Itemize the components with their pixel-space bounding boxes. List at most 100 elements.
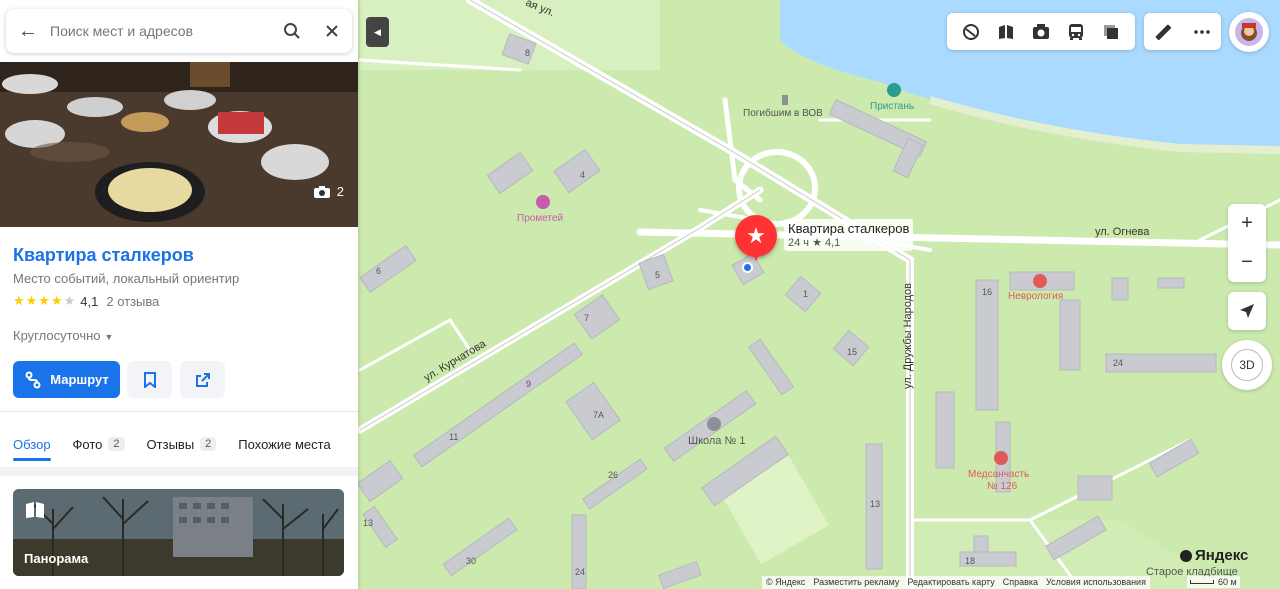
user-avatar[interactable] [1229, 12, 1269, 52]
marker-place-name: Квартира сталкеров [788, 221, 910, 236]
house-number: 4 [580, 170, 586, 180]
marker-hours: 24 ч [788, 237, 810, 249]
map-label-school[interactable]: Школа № 1 [688, 435, 745, 447]
locate-me-button[interactable] [1228, 292, 1266, 330]
zoom-controls: + − [1228, 204, 1266, 282]
bookmark-button[interactable] [127, 361, 172, 398]
panorama-icon[interactable] [994, 20, 1018, 44]
navigation-arrow-icon [1240, 304, 1254, 318]
share-button[interactable] [180, 361, 225, 398]
route-button-label: Маршрут [50, 372, 109, 387]
camera-icon [313, 185, 330, 198]
zoom-in-button[interactable]: + [1228, 204, 1266, 243]
place-marker-label[interactable]: Квартира сталкеров 24 ч ★ 4,1 [784, 219, 914, 251]
house-number: 15 [847, 347, 858, 357]
house-number: 24 [575, 567, 586, 577]
photo-count-value: 2 [336, 184, 344, 199]
rating-value: 4,1 [80, 293, 99, 309]
route-icon [25, 371, 41, 388]
transport-icon[interactable] [1064, 20, 1088, 44]
place-point [742, 262, 753, 273]
place-panel: 2 ← Квартира сталкеров Место событий, ло… [0, 0, 358, 589]
footer-terms-link[interactable]: Условия использования [1046, 577, 1146, 588]
layers-icon[interactable] [959, 20, 983, 44]
tab-label: Обзор [13, 436, 51, 452]
search-icon[interactable] [272, 9, 312, 53]
footer-copyright[interactable]: © Яндекс [766, 577, 805, 588]
map-tools-toolbar [1144, 13, 1221, 50]
place-photo[interactable]: 2 [0, 62, 358, 227]
opening-hours[interactable]: Круглосуточно ▼ [13, 328, 113, 343]
house-number: 9 [526, 379, 532, 389]
house-number: 26 [608, 470, 619, 480]
house-number: 30 [466, 556, 477, 566]
panorama-icon [24, 500, 46, 525]
place-tabs: Обзор Фото 2 Отзывы 2 Похожие места [13, 430, 331, 461]
house-number: 24 [1113, 358, 1124, 368]
map-label-monument[interactable]: Погибшим в ВОВ [743, 108, 823, 119]
house-number: 13 [363, 518, 374, 528]
place-rating[interactable]: ★★★★★ 4,1 2 отзыва [13, 293, 159, 309]
share-icon [195, 372, 210, 387]
divider [0, 411, 358, 412]
map-label-medsanchast-number[interactable]: № 126 [987, 481, 1017, 492]
3d-button[interactable]: 3D [1222, 340, 1272, 390]
more-icon[interactable] [1190, 20, 1214, 44]
3d-label: 3D [1231, 349, 1263, 381]
map-label-pier[interactable]: Пристань [870, 101, 914, 112]
back-arrow-icon[interactable]: ← [6, 9, 50, 53]
house-number: 13 [870, 499, 881, 509]
tab-photos[interactable]: Фото 2 [73, 430, 125, 458]
map-scale: 60 м [1187, 576, 1240, 588]
opening-hours-text: Круглосуточно [13, 328, 101, 343]
place-marker-tail [751, 251, 761, 261]
footer-ads-link[interactable]: Разместить рекламу [813, 577, 899, 588]
footer-help-link[interactable]: Справка [1003, 577, 1038, 588]
street-ogneva: ул. Огнева [1095, 226, 1150, 238]
bookmark-icon [143, 371, 156, 388]
house-number: 18 [965, 556, 976, 566]
house-number: 1 [803, 289, 809, 299]
tab-reviews[interactable]: Отзывы 2 [147, 430, 217, 458]
route-button[interactable]: Маршрут [13, 361, 120, 398]
tab-similar-places[interactable]: Похожие места [238, 430, 330, 458]
place-category: Место событий, локальный ориентир [13, 271, 240, 286]
place-title[interactable]: Квартира сталкеров [13, 245, 194, 266]
collapse-panel-button[interactable]: ◀ [366, 17, 389, 47]
street-druzhby-narodov: ул. Дружбы Народов [902, 282, 915, 390]
map-style-icon[interactable] [1099, 20, 1123, 44]
tab-label: Отзывы [146, 436, 195, 452]
map-layers-toolbar [947, 13, 1135, 50]
yandex-logo[interactable]: Яндекс [1180, 547, 1248, 564]
house-number: 5 [655, 270, 661, 280]
map-label-prometheus[interactable]: Прометей [517, 213, 563, 224]
camera-icon[interactable] [1029, 20, 1053, 44]
section-separator [0, 467, 358, 476]
house-number: 7 [584, 313, 590, 323]
search-input[interactable] [50, 23, 272, 39]
tab-label: Похожие места [238, 436, 331, 452]
yandex-logo-text: Яндекс [1195, 547, 1249, 564]
chevron-down-icon: ▼ [104, 332, 114, 342]
map-label-medsanchast[interactable]: Медсанчасть [968, 469, 1029, 480]
house-number: 6 [376, 266, 382, 276]
tab-overview[interactable]: Обзор [13, 430, 51, 461]
yandex-logo-icon [1180, 549, 1192, 562]
search-bar: ← [6, 9, 352, 53]
zoom-out-button[interactable]: − [1228, 243, 1266, 282]
tab-badge: 2 [108, 437, 125, 451]
footer-edit-link[interactable]: Редактировать карту [907, 577, 994, 588]
house-number: 8 [525, 48, 531, 58]
map-footer: © Яндекс Разместить рекламу Редактироват… [762, 576, 1150, 589]
house-number: 7А [593, 410, 605, 420]
scale-label: 60 м [1218, 577, 1237, 587]
reviews-count[interactable]: 2 отзыва [106, 294, 159, 309]
panorama-label: Панорама [24, 551, 89, 566]
close-icon[interactable] [312, 9, 352, 53]
map-label-neurology[interactable]: Неврология [1008, 291, 1063, 302]
house-number: 16 [982, 287, 993, 297]
panorama-card[interactable]: Панорама [13, 489, 344, 576]
ruler-icon[interactable] [1151, 20, 1175, 44]
tab-badge: 2 [200, 437, 217, 451]
house-number: 11 [449, 432, 459, 442]
